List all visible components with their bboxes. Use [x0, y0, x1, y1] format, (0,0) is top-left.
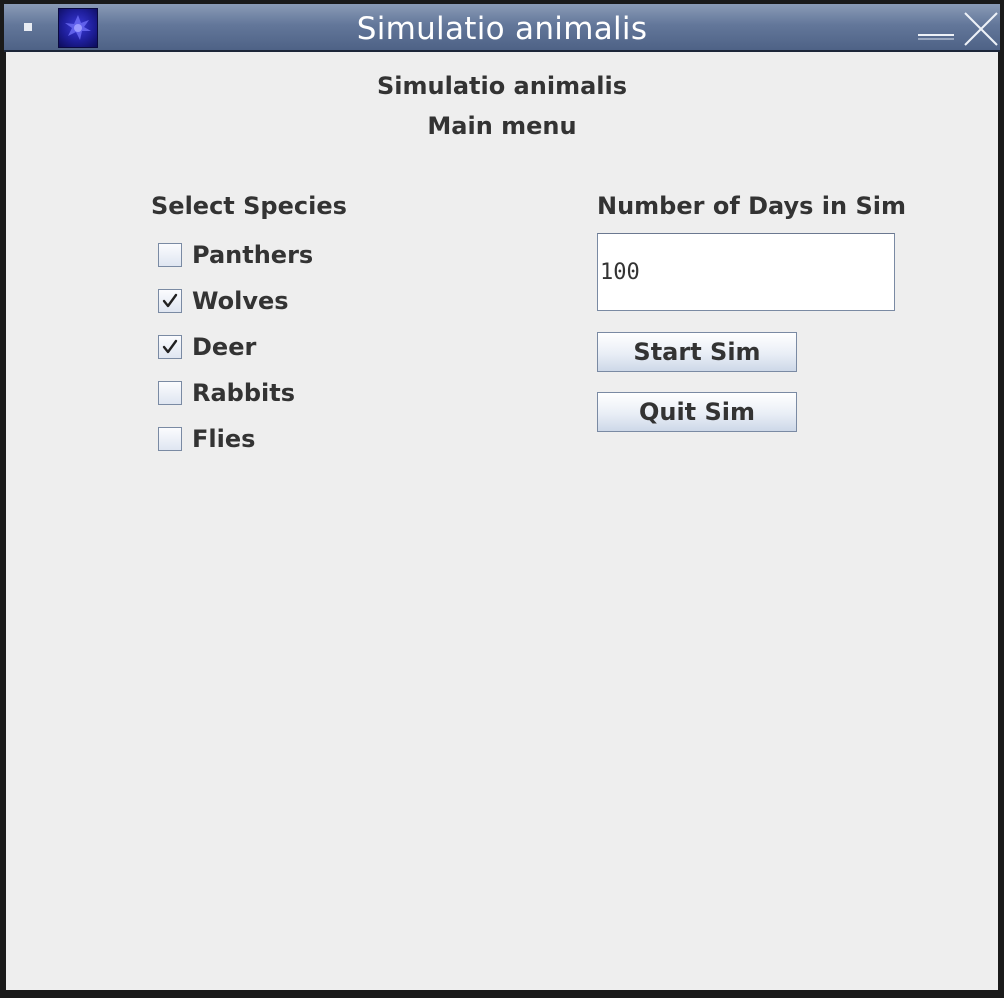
checkmark-icon	[162, 293, 178, 308]
page-title: Simulatio animalis	[376, 72, 628, 100]
main-panel: Simulatio animalis Main menu Select Spec…	[6, 52, 998, 990]
quit-sim-button[interactable]: Quit Sim	[597, 392, 797, 432]
checkmark-icon	[162, 339, 178, 354]
checkbox-deer[interactable]: Deer	[158, 333, 256, 361]
checkbox-box[interactable]	[158, 427, 182, 451]
checkbox-label: Deer	[192, 333, 257, 361]
species-heading: Select Species	[151, 192, 347, 220]
checkbox-box[interactable]	[158, 289, 182, 313]
checkbox-label: Wolves	[192, 287, 289, 315]
checkbox-flies[interactable]: Flies	[158, 425, 255, 453]
checkbox-label: Panthers	[192, 241, 314, 269]
checkbox-rabbits[interactable]: Rabbits	[158, 379, 295, 407]
start-sim-button[interactable]: Start Sim	[597, 332, 797, 372]
minimize-icon[interactable]	[918, 34, 954, 40]
checkbox-label: Flies	[192, 425, 256, 453]
page-subtitle: Main menu	[427, 112, 577, 140]
days-heading: Number of Days in Sim	[597, 192, 906, 220]
checkbox-box[interactable]	[158, 335, 182, 359]
checkbox-box[interactable]	[158, 381, 182, 405]
title-bar[interactable]: Simulatio animalis	[4, 4, 1000, 52]
checkbox-box[interactable]	[158, 243, 182, 267]
checkbox-wolves[interactable]: Wolves	[158, 287, 289, 315]
app-window: Simulatio animalis Simulatio animalis Ma…	[0, 0, 1004, 998]
checkbox-panthers[interactable]: Panthers	[158, 241, 313, 269]
checkbox-label: Rabbits	[192, 379, 296, 407]
days-input[interactable]	[597, 233, 895, 311]
close-icon[interactable]	[962, 10, 1000, 48]
window-title: Simulatio animalis	[356, 11, 648, 47]
